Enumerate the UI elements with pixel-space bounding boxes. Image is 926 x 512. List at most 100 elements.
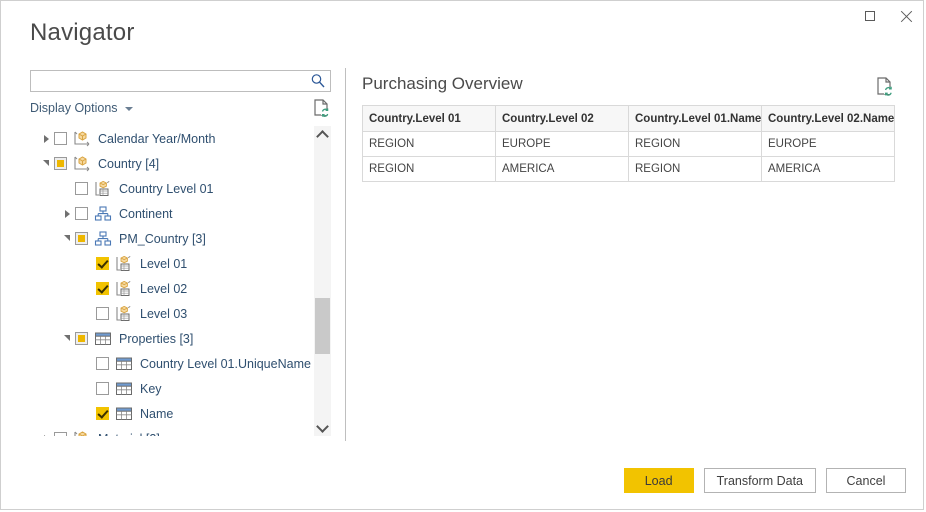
tree-item[interactable]: Material [2] xyxy=(30,426,313,436)
table-row: REGIONEUROPEREGIONEUROPE xyxy=(363,132,895,157)
title-bar xyxy=(1,1,924,31)
maximize-button[interactable] xyxy=(852,1,888,31)
tree-item-checkbox[interactable] xyxy=(75,232,88,245)
refresh-document-icon[interactable] xyxy=(876,76,894,97)
left-pane: Display Options Calendar Year/Month Count… xyxy=(30,70,333,445)
scrollbar-thumb[interactable] xyxy=(315,298,330,354)
tree-item-label: Level 01 xyxy=(140,257,187,271)
tree-item-checkbox[interactable] xyxy=(96,357,109,370)
expander-spacer xyxy=(80,401,96,426)
tree-item-label: Level 03 xyxy=(140,307,187,321)
page-title: Navigator xyxy=(30,19,135,47)
close-button[interactable] xyxy=(888,1,924,31)
expand-arrow-icon[interactable] xyxy=(38,426,54,436)
table-row: REGIONAMERICAREGIONAMERICA xyxy=(363,157,895,182)
hierarchy-icon xyxy=(94,231,112,247)
level-dimension-icon xyxy=(115,306,133,322)
tree-item-label: Country [4] xyxy=(98,157,159,171)
display-options-row: Display Options xyxy=(30,101,331,121)
display-options-button[interactable]: Display Options xyxy=(30,101,133,115)
tree-item[interactable]: Level 01 xyxy=(30,251,313,276)
table-cell: EUROPE xyxy=(762,132,895,157)
tree-item[interactable]: Calendar Year/Month xyxy=(30,126,313,151)
search-input[interactable] xyxy=(31,71,307,91)
preview-table: Country.Level 01Country.Level 02Country.… xyxy=(362,105,895,182)
tree-item-label: Properties [3] xyxy=(119,332,193,346)
expander-spacer xyxy=(80,301,96,326)
tree-item-checkbox[interactable] xyxy=(96,282,109,295)
tree-item-label: Country Level 01 xyxy=(119,182,214,196)
tree-item-label: PM_Country [3] xyxy=(119,232,206,246)
search-box[interactable] xyxy=(30,70,331,92)
tree-item-checkbox[interactable] xyxy=(75,332,88,345)
table-cell: AMERICA xyxy=(762,157,895,182)
pane-divider xyxy=(345,68,346,441)
expand-arrow-icon[interactable] xyxy=(59,201,75,226)
scroll-up-button[interactable] xyxy=(314,126,331,143)
tree-item[interactable]: Properties [3] xyxy=(30,326,313,351)
transform-data-button[interactable]: Transform Data xyxy=(704,468,816,493)
tree-item[interactable]: PM_Country [3] xyxy=(30,226,313,251)
object-tree[interactable]: Calendar Year/Month Country [4] Country Le… xyxy=(30,126,313,436)
table-icon xyxy=(115,381,133,397)
tree-item-checkbox[interactable] xyxy=(96,407,109,420)
level-dimension-icon xyxy=(115,256,133,272)
tree-item[interactable]: Name xyxy=(30,401,313,426)
tree-item-checkbox[interactable] xyxy=(96,382,109,395)
tree-scrollbar[interactable] xyxy=(314,126,331,436)
tree-container: Calendar Year/Month Country [4] Country Le… xyxy=(30,126,331,436)
tree-item-checkbox[interactable] xyxy=(54,157,67,170)
tree-item[interactable]: Country Level 01.UniqueName xyxy=(30,351,313,376)
table-header-row: Country.Level 01Country.Level 02Country.… xyxy=(363,106,895,132)
tree-item[interactable]: Level 02 xyxy=(30,276,313,301)
chevron-down-icon xyxy=(125,107,133,111)
preview-table-head: Country.Level 01Country.Level 02Country.… xyxy=(363,106,895,132)
table-cell: REGION xyxy=(363,132,496,157)
navigator-dialog: Navigator Display Options xyxy=(0,0,924,510)
preview-table-body: REGIONEUROPEREGIONEUROPEREGIONAMERICAREG… xyxy=(363,132,895,182)
tree-item-checkbox[interactable] xyxy=(75,182,88,195)
expand-arrow-icon[interactable] xyxy=(38,126,54,151)
preview-title: Purchasing Overview xyxy=(362,74,523,94)
tree-item-checkbox[interactable] xyxy=(96,257,109,270)
chevron-down-icon xyxy=(316,420,329,433)
scroll-down-button[interactable] xyxy=(314,419,331,436)
cancel-button[interactable]: Cancel xyxy=(826,468,906,493)
collapse-arrow-icon[interactable] xyxy=(38,151,54,176)
table-column-header: Country.Level 02.Name xyxy=(762,106,895,132)
collapse-arrow-icon[interactable] xyxy=(59,226,75,251)
cube-dimension-icon xyxy=(73,131,91,147)
table-icon xyxy=(94,331,112,347)
tree-item[interactable]: Level 03 xyxy=(30,301,313,326)
collapse-arrow-icon[interactable] xyxy=(59,326,75,351)
tree-item-checkbox[interactable] xyxy=(54,432,67,436)
cube-dimension-icon xyxy=(73,156,91,172)
load-button[interactable]: Load xyxy=(624,468,694,493)
tree-item-label: Level 02 xyxy=(140,282,187,296)
table-column-header: Country.Level 01.Name xyxy=(629,106,762,132)
tree-item[interactable]: Key xyxy=(30,376,313,401)
refresh-document-icon[interactable] xyxy=(313,98,331,118)
table-cell: REGION xyxy=(363,157,496,182)
expander-spacer xyxy=(80,276,96,301)
tree-item-label: Continent xyxy=(119,207,173,221)
expander-spacer xyxy=(59,176,75,201)
maximize-icon xyxy=(865,11,875,21)
tree-item-label: Key xyxy=(140,382,162,396)
tree-item-label: Material [2] xyxy=(98,432,160,437)
table-column-header: Country.Level 02 xyxy=(496,106,629,132)
search-icon[interactable] xyxy=(310,73,326,89)
table-icon xyxy=(115,356,133,372)
tree-item[interactable]: Country Level 01 xyxy=(30,176,313,201)
tree-item-checkbox[interactable] xyxy=(54,132,67,145)
expander-spacer xyxy=(80,251,96,276)
table-cell: AMERICA xyxy=(496,157,629,182)
tree-item-label: Country Level 01.UniqueName xyxy=(140,357,311,371)
tree-item-checkbox[interactable] xyxy=(96,307,109,320)
tree-item[interactable]: Continent xyxy=(30,201,313,226)
tree-item[interactable]: Country [4] xyxy=(30,151,313,176)
tree-item-label: Name xyxy=(140,407,173,421)
table-cell: REGION xyxy=(629,157,762,182)
tree-item-checkbox[interactable] xyxy=(75,207,88,220)
level-dimension-icon xyxy=(115,281,133,297)
